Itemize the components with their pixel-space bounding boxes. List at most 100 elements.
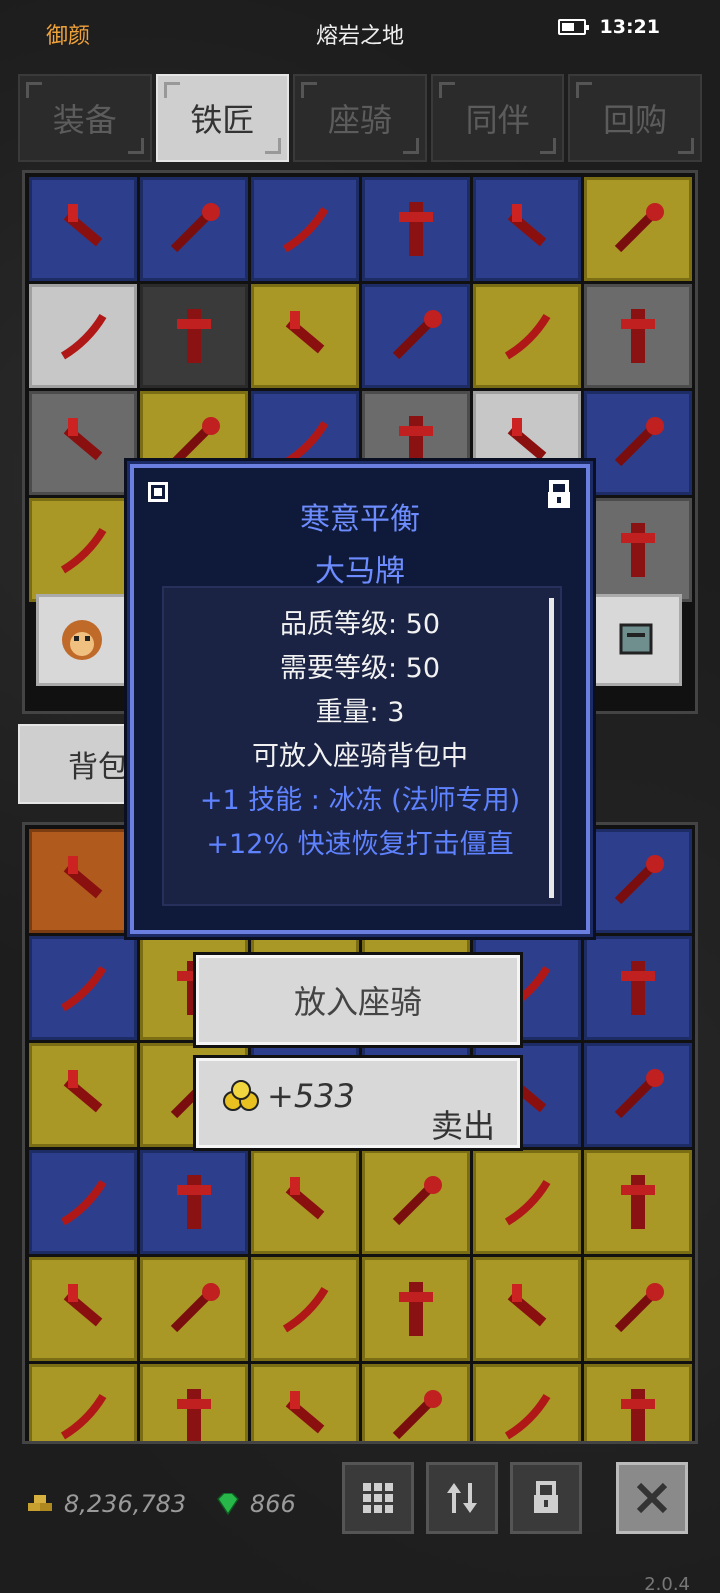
backpack-slot[interactable]	[251, 1364, 359, 1441]
item-icon	[507, 204, 547, 247]
put-in-mount-button[interactable]: 放入座骑	[196, 955, 520, 1045]
item-icon	[621, 1389, 655, 1441]
gold-coins-icon	[223, 1080, 259, 1111]
item-icon	[614, 417, 664, 467]
item-icon	[282, 206, 329, 253]
tab-companion[interactable]: 同伴	[430, 74, 565, 162]
item-icon	[285, 1391, 325, 1434]
blacksmith-slot[interactable]	[29, 391, 137, 495]
item-type: 大马牌	[315, 554, 405, 589]
sell-button[interactable]: +533 卖出	[196, 1058, 520, 1148]
item-icon	[60, 1393, 107, 1440]
close-button[interactable]	[616, 1462, 688, 1534]
blacksmith-slot[interactable]	[251, 284, 359, 388]
tab-mount[interactable]: 座骑	[293, 74, 427, 162]
stat-required-level: 需要等级: 50	[279, 653, 441, 684]
backpack-slot[interactable]	[251, 1150, 359, 1254]
stat-weight: 重量: 3	[315, 697, 405, 728]
backpack-slot[interactable]	[140, 1364, 248, 1441]
backpack-slot[interactable]	[473, 1150, 581, 1254]
backpack-slot[interactable]	[140, 1150, 248, 1254]
item-icon	[621, 1175, 655, 1229]
blacksmith-slot[interactable]	[29, 284, 137, 388]
item-icon	[504, 1393, 551, 1440]
tab-label: 铁匠	[190, 101, 255, 139]
backpack-slot[interactable]	[362, 1257, 470, 1361]
backpack-slot[interactable]	[584, 1364, 692, 1441]
gem-icon	[217, 1493, 239, 1515]
item-stats: 品质等级: 50 需要等级: 50 重量: 3 可放入座骑背包中 +1 技能 :…	[162, 586, 562, 906]
item-icon	[392, 1176, 442, 1226]
tab-buyback[interactable]: 回购	[568, 74, 702, 162]
backpack-slot[interactable]	[584, 1150, 692, 1254]
backpack-slot[interactable]	[473, 1257, 581, 1361]
backpack-slot[interactable]	[584, 936, 692, 1040]
tab-label: 回购	[603, 101, 668, 139]
blacksmith-slot[interactable]	[584, 177, 692, 281]
scroll-icon	[619, 623, 653, 655]
gold-display: 8,236,783	[26, 1490, 186, 1518]
sell-price: +533	[267, 1077, 355, 1115]
blacksmith-slot[interactable]	[29, 177, 137, 281]
item-icon	[170, 1283, 220, 1333]
sell-label: 卖出	[430, 1107, 495, 1145]
item-icon	[63, 418, 103, 461]
item-icon	[507, 1284, 547, 1327]
backpack-slot[interactable]	[29, 1150, 137, 1254]
blacksmith-slot[interactable]	[140, 284, 248, 388]
item-icon	[504, 1179, 551, 1226]
tab-equipment[interactable]: 装备	[18, 74, 152, 162]
blacksmith-slot[interactable]	[473, 177, 581, 281]
sort-button[interactable]	[426, 1462, 498, 1534]
backpack-slot[interactable]	[29, 1257, 137, 1361]
item-icon	[63, 1284, 103, 1327]
item-icon	[614, 203, 664, 253]
grid-icon	[363, 1483, 393, 1513]
blacksmith-slot[interactable]	[584, 284, 692, 388]
tab-blacksmith[interactable]: 铁匠	[155, 74, 290, 162]
backpack-slot[interactable]	[29, 1043, 137, 1147]
backpack-slot[interactable]	[251, 1257, 359, 1361]
item-icon	[621, 309, 655, 363]
blacksmith-slot[interactable]	[584, 498, 692, 602]
backpack-slot[interactable]	[140, 1257, 248, 1361]
backpack-slot[interactable]	[362, 1364, 470, 1441]
backpack-slot[interactable]	[362, 1150, 470, 1254]
item-icon	[504, 313, 551, 360]
blacksmith-slot[interactable]	[473, 284, 581, 388]
blacksmith-slot[interactable]	[362, 177, 470, 281]
blacksmith-slot[interactable]	[29, 498, 137, 602]
shop-tabs: 装备 铁匠 座骑 同伴 回购	[18, 74, 702, 164]
scroll-button[interactable]	[590, 594, 682, 686]
lock-button[interactable]	[510, 1462, 582, 1534]
backpack-slot[interactable]	[584, 829, 692, 933]
backpack-slot[interactable]	[584, 1257, 692, 1361]
status-bar: 御颜 熔岩之地 13:21	[0, 0, 720, 64]
blacksmith-slot[interactable]	[362, 284, 470, 388]
tooltip-scrollbar[interactable]	[549, 598, 554, 898]
blacksmith-slot[interactable]	[584, 391, 692, 495]
tab-label: 背包	[68, 750, 128, 785]
item-icon	[60, 965, 107, 1012]
item-icon	[399, 1282, 433, 1336]
item-icon	[177, 309, 211, 363]
grid-view-button[interactable]	[342, 1462, 414, 1534]
blacksmith-slot[interactable]	[140, 177, 248, 281]
backpack-slot[interactable]	[29, 1364, 137, 1441]
stat-quality-level: 品质等级: 50	[279, 609, 441, 640]
item-icon	[392, 310, 442, 360]
blacksmith-slot[interactable]	[251, 177, 359, 281]
item-icon	[392, 1390, 442, 1440]
backpack-slot[interactable]	[473, 1364, 581, 1441]
item-icon	[621, 523, 655, 577]
tab-backpack[interactable]: 背包	[18, 724, 140, 804]
status-right: 13:21	[557, 16, 660, 38]
battery-icon	[557, 19, 589, 35]
backpack-slot[interactable]	[29, 829, 137, 933]
backpack-slot[interactable]	[29, 936, 137, 1040]
item-icon	[177, 1175, 211, 1229]
backpack-slot[interactable]	[584, 1043, 692, 1147]
item-icon	[63, 204, 103, 247]
stat-hit-recovery: +12% 快速恢复打击僵直	[206, 829, 514, 860]
mount-portrait-button[interactable]	[36, 594, 128, 686]
